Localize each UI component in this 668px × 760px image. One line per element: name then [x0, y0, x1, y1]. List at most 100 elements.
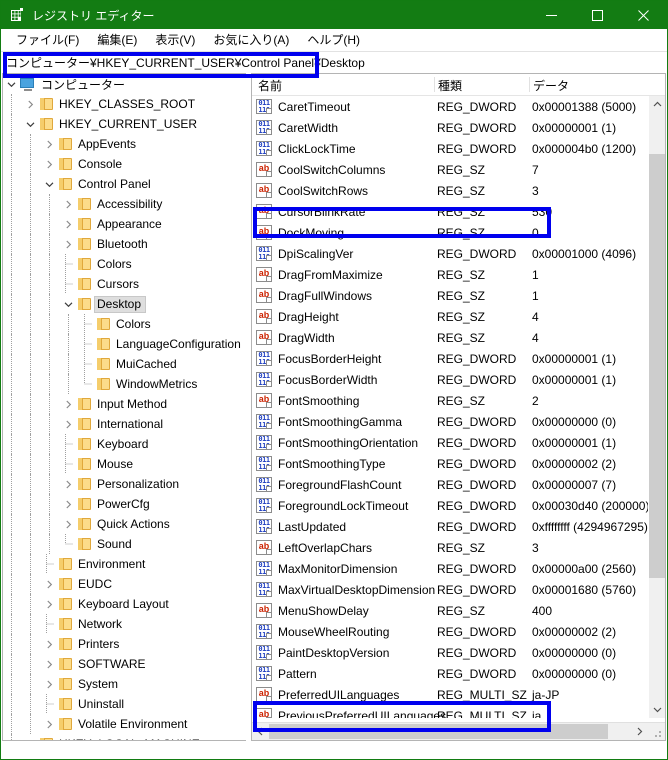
scroll-right-icon[interactable] — [631, 723, 648, 740]
vertical-scrollbar-thumb[interactable] — [649, 154, 665, 578]
chevron-right-icon[interactable] — [41, 716, 57, 732]
value-row[interactable]: ab DragHeight REG_SZ 4 — [252, 306, 649, 327]
value-row[interactable]: 011 110 LastUpdated REG_DWORD 0xffffffff (42… — [252, 516, 649, 537]
value-row[interactable]: ab PreferredUILanguages REG_MULTI_SZ ja-JP — [252, 684, 649, 705]
tree-item-mouse[interactable]: Mouse — [3, 454, 246, 474]
value-row[interactable]: ab DragFromMaximize REG_SZ 1 — [252, 264, 649, 285]
address-path[interactable]: コンピューター¥HKEY_CURRENT_USER¥Control Panel¥… — [1, 54, 365, 71]
chevron-right-icon[interactable] — [60, 196, 76, 212]
tree-item-muicached[interactable]: MuiCached — [3, 354, 246, 374]
chevron-right-icon[interactable] — [60, 396, 76, 412]
chevron-right-icon[interactable] — [60, 236, 76, 252]
chevron-right-icon[interactable] — [41, 136, 57, 152]
tree-item-control-panel[interactable]: Control Panel — [3, 174, 246, 194]
tree-item-appevents[interactable]: AppEvents — [3, 134, 246, 154]
chevron-right-icon[interactable] — [41, 576, 57, 592]
tree-item-uninstall[interactable]: Uninstall — [3, 694, 246, 714]
tree-item-eudc[interactable]: EUDC — [3, 574, 246, 594]
tree-item-network[interactable]: Network — [3, 614, 246, 634]
tree-item-colors[interactable]: Colors — [3, 254, 246, 274]
tree-item-international[interactable]: International — [3, 414, 246, 434]
tree-item-environment[interactable]: Environment — [3, 554, 246, 574]
value-row[interactable]: 011 110 MaxMonitorDimension REG_DWORD 0x0000… — [252, 558, 649, 579]
column-header-type[interactable]: 種類 — [438, 77, 462, 94]
menu-view[interactable]: 表示(V) — [146, 29, 204, 51]
scroll-up-icon[interactable] — [649, 96, 665, 113]
chevron-right-icon[interactable] — [60, 416, 76, 432]
value-row[interactable]: 011 110 FontSmoothingGamma REG_DWORD 0x00000… — [252, 411, 649, 432]
chevron-down-icon[interactable] — [22, 116, 38, 132]
chevron-right-icon[interactable] — [22, 736, 38, 740]
tree-item-system[interactable]: System — [3, 674, 246, 694]
column-divider-1[interactable] — [434, 77, 435, 92]
minimize-button[interactable] — [528, 1, 574, 29]
resize-grip-icon[interactable] — [654, 729, 663, 738]
chevron-right-icon[interactable] — [41, 676, 57, 692]
value-row[interactable]: ab CoolSwitchRows REG_SZ 3 — [252, 180, 649, 201]
value-row[interactable]: 011 110 MouseWheelRouting REG_DWORD 0x000000… — [252, 621, 649, 642]
value-row[interactable]: 011 110 FocusBorderWidth REG_DWORD 0x0000000… — [252, 369, 649, 390]
value-row[interactable]: 011 110 CaretTimeout REG_DWORD 0x00001388 (5… — [252, 96, 649, 117]
horizontal-scrollbar-thumb[interactable] — [269, 724, 608, 739]
tree-item-keyboard[interactable]: Keyboard — [3, 434, 246, 454]
value-row[interactable]: 011 110 MaxVirtualDesktopDimension REG_DWOR… — [252, 579, 649, 600]
value-row[interactable]: ab DragFullWindows REG_SZ 1 — [252, 285, 649, 306]
chevron-down-icon[interactable] — [3, 76, 19, 92]
tree-item-volatile-environment[interactable]: Volatile Environment — [3, 714, 246, 734]
close-button[interactable] — [620, 1, 667, 29]
tree-item-languageconfiguration[interactable]: LanguageConfiguration — [3, 334, 246, 354]
value-row[interactable]: 011 110 CaretWidth REG_DWORD 0x00000001 (1) — [252, 117, 649, 138]
menu-edit[interactable]: 編集(E) — [88, 29, 146, 51]
tree-item-bluetooth[interactable]: Bluetooth — [3, 234, 246, 254]
column-divider-2[interactable] — [529, 77, 530, 92]
tree-item-windowmetrics[interactable]: WindowMetrics — [3, 374, 246, 394]
tree-item-quick-actions[interactable]: Quick Actions — [3, 514, 246, 534]
column-header-name[interactable]: 名前 — [258, 77, 282, 94]
chevron-down-icon[interactable] — [60, 296, 76, 312]
address-bar[interactable]: コンピューター¥HKEY_CURRENT_USER¥Control Panel¥… — [1, 51, 667, 73]
menu-favorites[interactable]: お気に入り(A) — [204, 29, 298, 51]
value-row[interactable]: 011 110 DpiScalingVer REG_DWORD 0x00001000 (… — [252, 243, 649, 264]
tree-item-hkey-classes-root[interactable]: HKEY_CLASSES_ROOT — [3, 94, 246, 114]
tree-item-colors[interactable]: Colors — [3, 314, 246, 334]
scroll-down-icon[interactable] — [649, 701, 665, 718]
tree-item-hkey-current-user[interactable]: HKEY_CURRENT_USER — [3, 114, 246, 134]
tree-item-input-method[interactable]: Input Method — [3, 394, 246, 414]
registry-values-panel[interactable]: 名前 種類 データ 011 110 CaretTimeout REG_DWORD 0x0… — [251, 73, 666, 741]
registry-tree-panel[interactable]: コンピューター HKEY_CLASSES_ROOT HKEY_CURRENT_USE… — [2, 73, 246, 741]
value-row[interactable]: 011 110 FontSmoothingOrientation REG_DWORD 0… — [252, 432, 649, 453]
horizontal-scrollbar[interactable] — [252, 722, 665, 740]
value-row[interactable]: 011 110 FocusBorderHeight REG_DWORD 0x000000… — [252, 348, 649, 369]
value-row[interactable]: ab CursorBlinkRate REG_SZ 530 — [252, 201, 649, 222]
value-row[interactable]: 011 110 Pattern REG_DWORD 0x00000000 (0) — [252, 663, 649, 684]
tree-item-accessibility[interactable]: Accessibility — [3, 194, 246, 214]
vertical-scrollbar[interactable] — [648, 96, 665, 718]
value-row[interactable]: 011 110 ClickLockTime REG_DWORD 0x000004b0 (… — [252, 138, 649, 159]
chevron-down-icon[interactable] — [41, 176, 57, 192]
tree-item-powercfg[interactable]: PowerCfg — [3, 494, 246, 514]
value-row[interactable]: ab DragWidth REG_SZ 4 — [252, 327, 649, 348]
maximize-button[interactable] — [574, 1, 620, 29]
tree-item--[interactable]: コンピューター — [3, 74, 246, 94]
chevron-right-icon[interactable] — [41, 596, 57, 612]
chevron-right-icon[interactable] — [60, 216, 76, 232]
tree-item-keyboard-layout[interactable]: Keyboard Layout — [3, 594, 246, 614]
value-row[interactable]: ab LeftOverlapChars REG_SZ 3 — [252, 537, 649, 558]
menu-file[interactable]: ファイル(F) — [7, 29, 88, 51]
tree-item-software[interactable]: SOFTWARE — [3, 654, 246, 674]
tree-item-console[interactable]: Console — [3, 154, 246, 174]
value-row[interactable]: 011 110 ForegroundLockTimeout REG_DWORD 0x00… — [252, 495, 649, 516]
value-row[interactable]: ab CoolSwitchColumns REG_SZ 7 — [252, 159, 649, 180]
chevron-right-icon[interactable] — [60, 496, 76, 512]
tree-item-desktop[interactable]: Desktop — [3, 294, 246, 314]
menu-help[interactable]: ヘルプ(H) — [298, 29, 369, 51]
scroll-left-icon[interactable] — [252, 723, 269, 740]
tree-item-personalization[interactable]: Personalization — [3, 474, 246, 494]
chevron-right-icon[interactable] — [60, 516, 76, 532]
tree-item-printers[interactable]: Printers — [3, 634, 246, 654]
value-row[interactable]: 011 110 PaintDesktopVersion REG_DWORD 0x0000… — [252, 642, 649, 663]
value-row[interactable]: 011 110 FontSmoothingType REG_DWORD 0x000000… — [252, 453, 649, 474]
chevron-right-icon[interactable] — [60, 476, 76, 492]
value-row[interactable]: ab FontSmoothing REG_SZ 2 — [252, 390, 649, 411]
registry-values-list[interactable]: 011 110 CaretTimeout REG_DWORD 0x00001388 (5… — [252, 96, 649, 718]
